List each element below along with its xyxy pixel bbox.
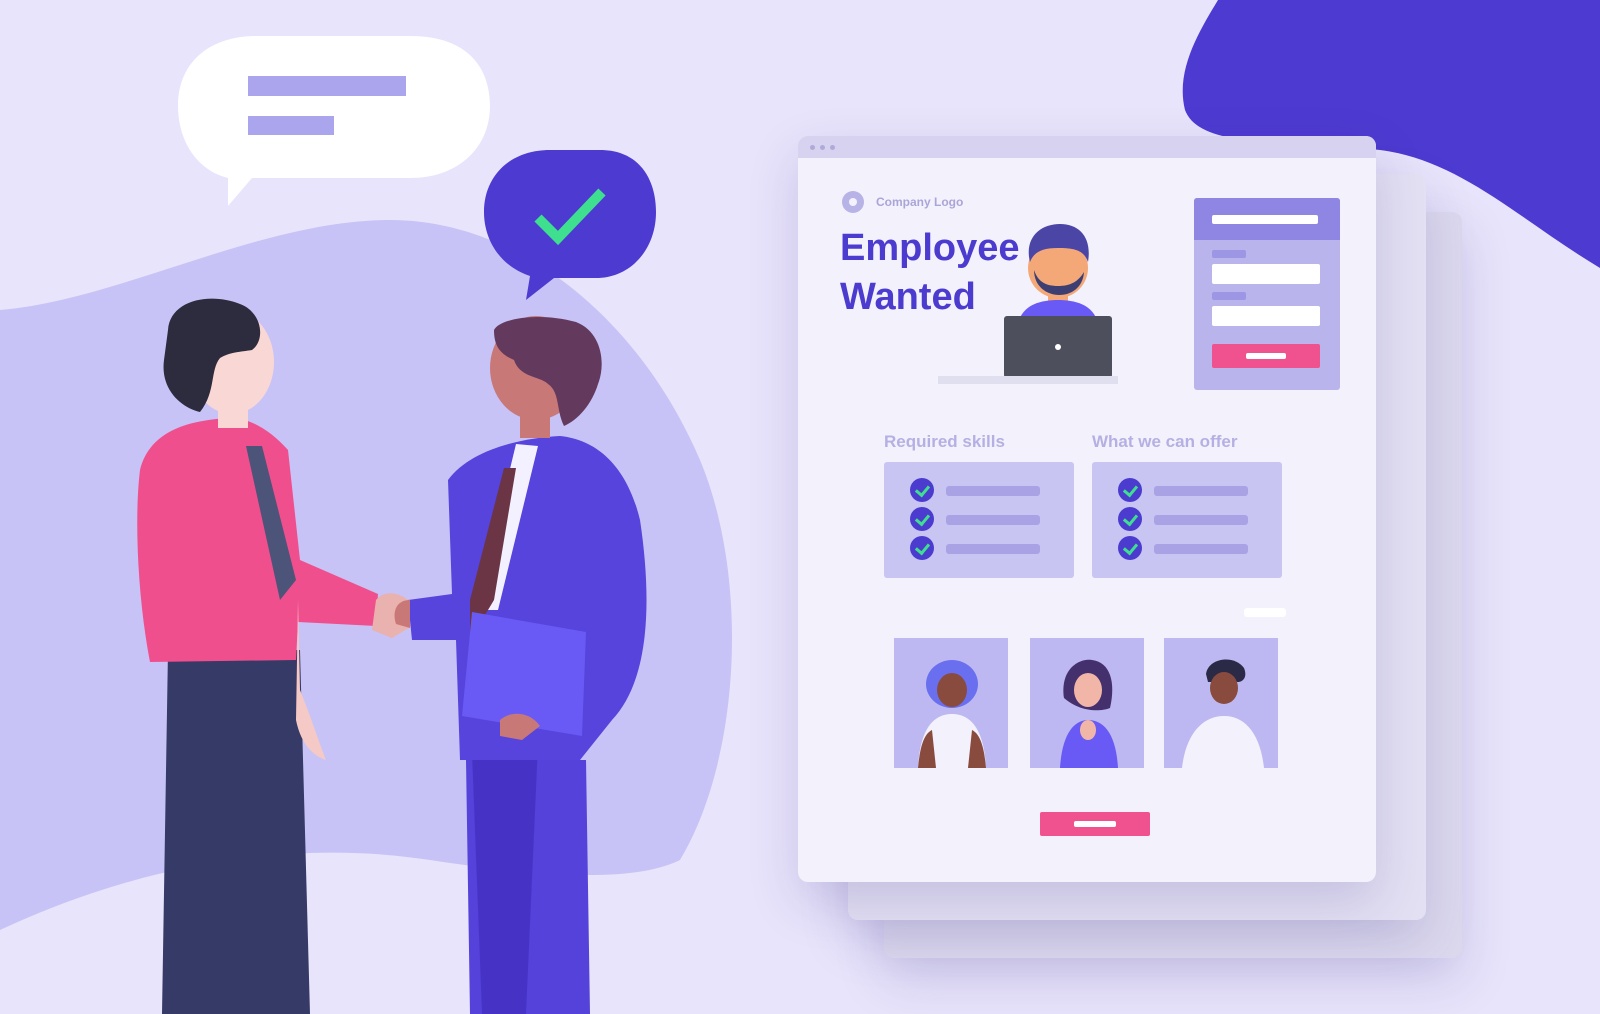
window-titlebar [798, 136, 1376, 158]
decorative-pill [1244, 608, 1286, 617]
person-at-laptop [938, 224, 1118, 384]
form-header [1194, 198, 1340, 240]
check-circle-icon [1118, 507, 1142, 531]
team-photo [1030, 638, 1144, 768]
section-title-what-we-offer: What we can offer [1092, 432, 1238, 451]
company-logo-text: Company Logo [876, 195, 964, 209]
window-dot [820, 145, 825, 150]
section-title-required-skills: Required skills [884, 432, 1005, 451]
company-logo-icon [842, 191, 864, 213]
team-photo [1164, 638, 1278, 768]
window-dot [830, 145, 835, 150]
required-skills-card [884, 462, 1074, 578]
form-field[interactable] [1212, 306, 1320, 326]
check-circle-icon [1118, 536, 1142, 560]
check-circle-icon [910, 507, 934, 531]
check-circle-icon [910, 536, 934, 560]
check-circle-icon [1118, 478, 1142, 502]
form-submit-button[interactable] [1212, 344, 1320, 368]
window-dot [810, 145, 815, 150]
what-we-offer-card [1092, 462, 1282, 578]
apply-button[interactable] [1040, 812, 1150, 836]
form-label [1212, 292, 1246, 300]
check-circle-icon [910, 478, 934, 502]
form-label [1212, 250, 1246, 258]
signup-form-card [1194, 198, 1340, 390]
speech-bubble-icon [178, 36, 490, 206]
job-posting-window: Company Logo Employee Wanted Required sk… [798, 136, 1376, 882]
team-photo [894, 638, 1008, 768]
form-field[interactable] [1212, 264, 1320, 284]
